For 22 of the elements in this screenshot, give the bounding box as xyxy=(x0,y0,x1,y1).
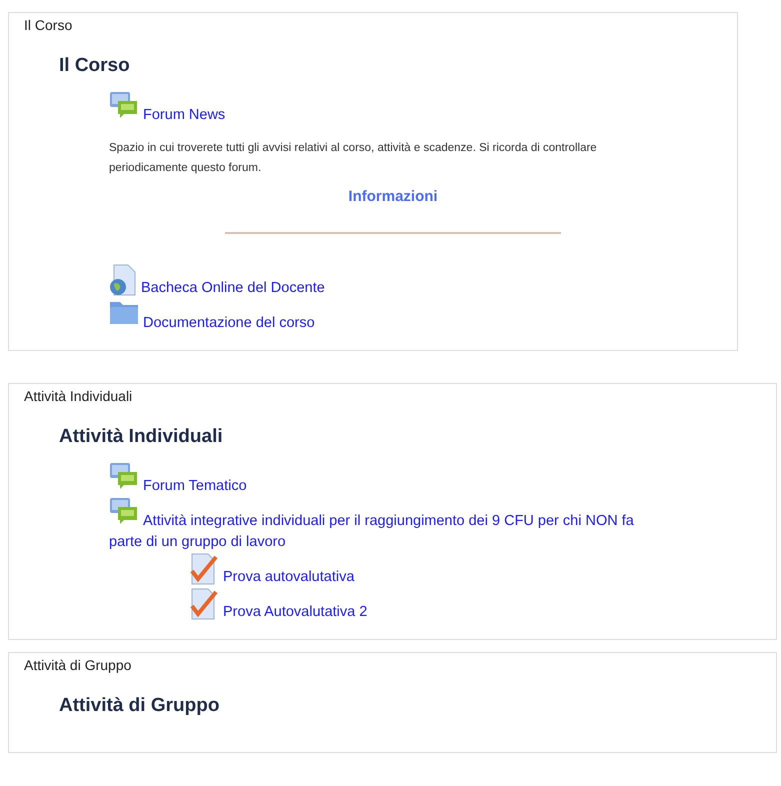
activity-link[interactable]: Documentazione del corso xyxy=(109,305,654,334)
section-subheading: Informazioni xyxy=(348,186,438,206)
checkmark-document-icon xyxy=(189,552,219,584)
section-label: Il Corso xyxy=(24,17,72,33)
chat-bubbles-icon xyxy=(109,496,139,526)
checkmark-document-icon xyxy=(189,588,219,620)
chat-bubbles-icon xyxy=(109,462,139,492)
activity-link[interactable]: Forum Tematico xyxy=(109,468,654,496)
activity-link[interactable]: Attività integrative individuali per il raggiungimento dei 9 CFU per chi NON fa parte di un gruppo di lavoro xyxy=(109,502,654,552)
activity-link[interactable]: Prova Autovalutativa 2 xyxy=(189,594,734,622)
section-label: Attività di Gruppo xyxy=(24,656,132,672)
globe-document-icon xyxy=(109,264,137,296)
section-heading: Attività di Gruppo xyxy=(59,694,220,716)
activity-link[interactable]: Bacheca Online del Docente xyxy=(109,270,654,299)
section-heading: Attività Individuali xyxy=(59,426,223,447)
activity-link[interactable]: Prova autovalutativa xyxy=(189,558,734,588)
folder-icon xyxy=(109,299,139,325)
section-label: Attività Individuali xyxy=(24,388,132,404)
section-heading: Il Corso xyxy=(59,55,130,76)
activity-link[interactable]: Forum News xyxy=(109,96,654,126)
chat-bubbles-icon xyxy=(109,90,139,120)
description-text: Spazio in cui troverete tutti gli avvisi relativi al corso, attività e scadenze. Si ricorda di controllare periodicamente questo forum. xyxy=(108,140,598,176)
